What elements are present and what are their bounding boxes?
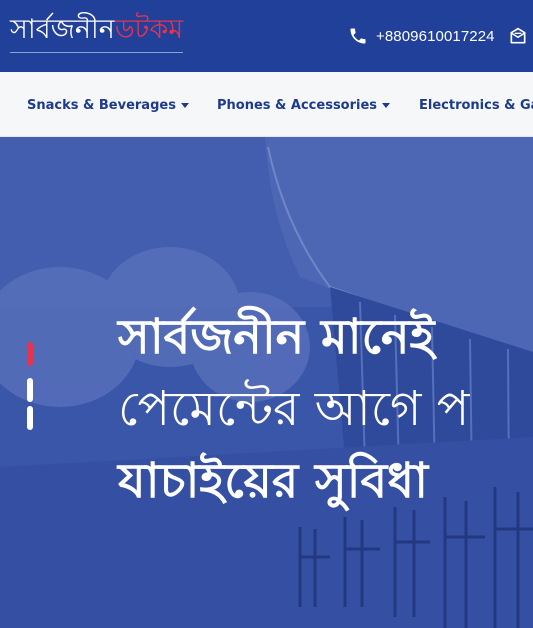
slide-indicator-1[interactable] xyxy=(27,342,33,366)
hero-heading-line-2: পেমেন্টের আগে প xyxy=(118,381,470,437)
nav-item-label: Phones & Accessories xyxy=(217,97,378,113)
logo-text-primary: সার্বজনীন xyxy=(10,12,115,53)
top-header: সার্বজনীনডটকম +8809610017224 xyxy=(0,0,533,72)
phone-icon xyxy=(348,26,368,46)
phone-number-link[interactable]: +8809610017224 xyxy=(376,28,495,45)
nav-list: Snacks & Beverages Phones & Accessories … xyxy=(0,72,533,136)
hero-heading-line-1: সার্বজনীন মানেই xyxy=(118,309,435,365)
logo-text-accent: ডটকম xyxy=(114,12,184,53)
hero-slider[interactable]: সার্বজনীন মানেই পেমেন্টের আগে প যাচাইয়ে… xyxy=(0,137,533,628)
header-contact: +8809610017224 xyxy=(348,22,528,50)
category-nav: Snacks & Beverages Phones & Accessories … xyxy=(0,72,533,137)
nav-item-snacks-beverages[interactable]: Snacks & Beverages xyxy=(27,96,189,114)
nav-item-label: Electronics & Ga xyxy=(419,97,533,113)
nav-item-label: Snacks & Beverages xyxy=(27,97,176,113)
nav-item-electronics[interactable]: Electronics & Ga xyxy=(419,96,533,114)
caret-down-icon xyxy=(382,102,391,108)
nav-item-phones-accessories[interactable]: Phones & Accessories xyxy=(217,96,391,114)
caret-down-icon xyxy=(180,102,189,108)
slide-indicators xyxy=(27,342,35,432)
slide-indicator-3[interactable] xyxy=(27,406,33,430)
hero-heading-line-3: যাচাইয়ের সুবিধা xyxy=(118,453,429,509)
site-logo[interactable]: সার্বজনীনডটকম xyxy=(10,12,184,56)
slide-indicator-2[interactable] xyxy=(27,378,33,402)
mail-icon[interactable] xyxy=(508,26,528,46)
